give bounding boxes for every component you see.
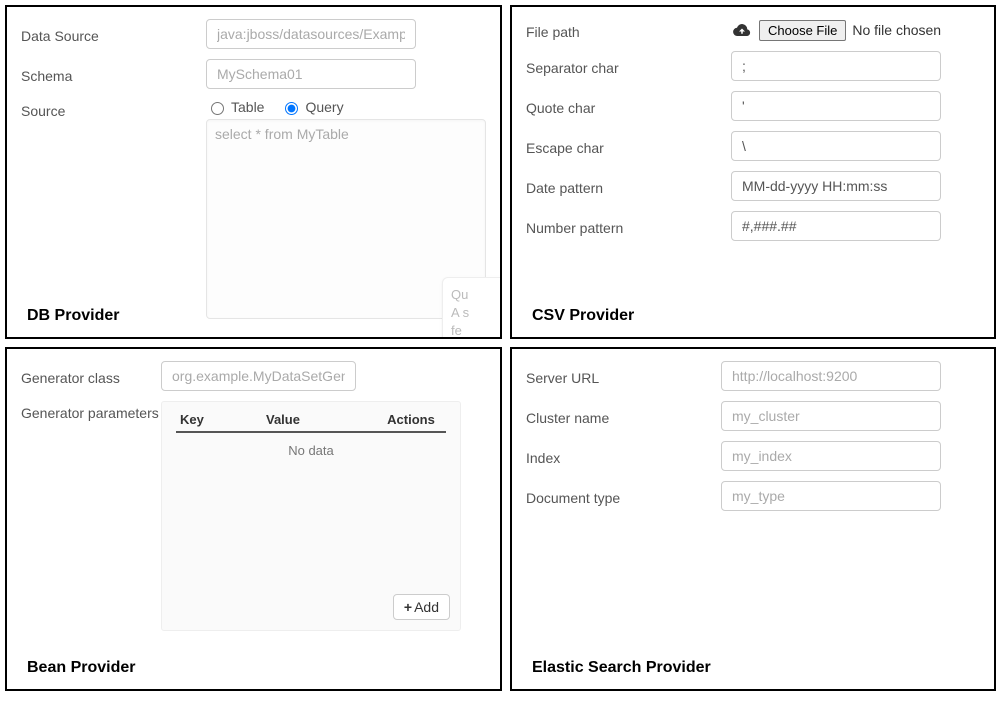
generator-params-table: Key Value Actions No data + Add (161, 401, 461, 631)
csv-provider-panel: File path Choose File No file chosen Sep… (510, 5, 996, 339)
cluster-name-label: Cluster name (526, 406, 721, 426)
bean-provider-panel: Generator class Generator parameters Key… (5, 347, 502, 691)
data-source-input[interactable] (206, 19, 416, 49)
column-value: Value (266, 412, 376, 427)
column-key: Key (176, 412, 266, 427)
db-provider-title: DB Provider (27, 307, 119, 325)
upload-icon (731, 19, 753, 41)
es-provider-panel: Server URL Cluster name Index Document t… (510, 347, 996, 691)
date-pattern-label: Date pattern (526, 176, 731, 196)
schema-label: Schema (21, 64, 206, 84)
server-url-input[interactable] (721, 361, 941, 391)
separator-label: Separator char (526, 56, 731, 76)
server-url-label: Server URL (526, 366, 721, 386)
file-status: No file chosen (852, 22, 941, 38)
source-radio-table-label: Table (231, 99, 264, 115)
add-button-label: Add (414, 599, 439, 615)
add-button[interactable]: + Add (393, 594, 450, 620)
no-data-message: No data (176, 439, 446, 462)
file-path-label: File path (526, 20, 731, 40)
column-actions: Actions (376, 412, 446, 427)
source-label: Source (21, 99, 206, 119)
ghost-line-3: fe (451, 322, 502, 339)
es-provider-title: Elastic Search Provider (532, 659, 711, 677)
db-provider-panel: Data Source Schema Source Table (5, 5, 502, 339)
document-type-input[interactable] (721, 481, 941, 511)
schema-input[interactable] (206, 59, 416, 89)
source-radio-query[interactable]: Query (280, 99, 343, 115)
index-label: Index (526, 446, 721, 466)
quote-label: Quote char (526, 96, 731, 116)
choose-file-button[interactable]: Choose File (759, 20, 846, 41)
quote-input[interactable] (731, 91, 941, 121)
source-radio-query-input[interactable] (285, 102, 298, 115)
bean-provider-title: Bean Provider (27, 659, 135, 677)
index-input[interactable] (721, 441, 941, 471)
generator-class-label: Generator class (21, 366, 161, 386)
cluster-name-input[interactable] (721, 401, 941, 431)
generator-class-input[interactable] (161, 361, 356, 391)
query-textarea[interactable] (206, 119, 486, 319)
document-type-label: Document type (526, 486, 721, 506)
source-radio-query-label: Query (305, 99, 343, 115)
number-pattern-label: Number pattern (526, 216, 731, 236)
date-pattern-input[interactable] (731, 171, 941, 201)
generator-params-label: Generator parameters (21, 401, 161, 421)
plus-icon: + (404, 599, 412, 615)
separator-input[interactable] (731, 51, 941, 81)
number-pattern-input[interactable] (731, 211, 941, 241)
data-source-label: Data Source (21, 24, 206, 44)
source-radio-table-input[interactable] (211, 102, 224, 115)
escape-label: Escape char (526, 136, 731, 156)
csv-provider-title: CSV Provider (532, 307, 634, 325)
escape-input[interactable] (731, 131, 941, 161)
source-radio-table[interactable]: Table (206, 99, 264, 115)
